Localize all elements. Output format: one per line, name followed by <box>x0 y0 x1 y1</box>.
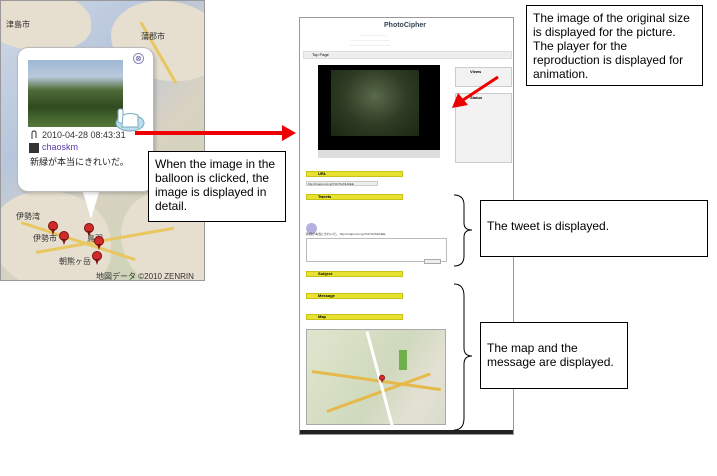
url-value: http://maps.iccn.jp/?id=TwXIHHEE <box>308 182 354 186</box>
map-label: 朝熊ヶ岳 <box>59 257 91 266</box>
page-nav-bar <box>303 51 512 59</box>
tweets-label: Tweets <box>318 194 332 199</box>
page-bar-label: Top Page <box>312 52 329 57</box>
callout-tweet: The tweet is displayed. <box>480 200 708 257</box>
map-pin-icon[interactable] <box>48 221 58 235</box>
brace-icon <box>453 283 473 431</box>
url-label: URL <box>318 171 327 176</box>
close-icon[interactable]: ⊗ <box>133 53 144 64</box>
callout-original-size: The image of the original size is displa… <box>526 5 703 86</box>
park-area <box>399 350 407 370</box>
player-controls[interactable] <box>318 150 440 158</box>
map-label: 津島市 <box>6 20 30 29</box>
tweet-line: 新緑が本当にきれいだ。 http://maps.iccn.jp/?id=TwXI… <box>306 232 386 236</box>
map-label: Map <box>318 314 326 319</box>
user-link[interactable]: chaoskm <box>42 142 78 152</box>
views-label: Views <box>470 69 482 74</box>
post-date: 2010-04-28 08:43:31 <box>42 130 126 140</box>
message-label: Message <box>318 293 335 298</box>
map-pin-icon[interactable] <box>379 374 385 384</box>
map-pin-icon[interactable] <box>92 251 102 265</box>
callout-map-message: The map and the message are displayed. <box>480 322 628 389</box>
clip-icon <box>31 130 37 139</box>
page-footer <box>300 430 513 434</box>
map-pin-icon[interactable] <box>59 231 69 245</box>
tweet-button[interactable] <box>424 259 441 264</box>
info-balloon: ⊗ 2010-04-28 08:43:31 chaoskm 新緑が本当にきれいだ… <box>18 48 153 191</box>
map-label: 伊勢湾 <box>16 212 40 221</box>
map-label: 蒲郡市 <box>141 32 165 41</box>
full-size-photo <box>331 70 419 136</box>
arrow-line <box>135 131 285 135</box>
balloon-photo[interactable] <box>28 60 123 127</box>
user-avatar-icon <box>29 143 39 153</box>
page-intro-line: ········································… <box>348 43 390 47</box>
embedded-map[interactable] <box>306 329 446 429</box>
subject-label: Subject <box>318 271 333 276</box>
page-intro-line: ··························· <box>360 33 387 37</box>
map-label: 地図データ ©2010 ZENRIN <box>96 272 194 281</box>
balloon-tail <box>82 189 100 219</box>
map-pin-icon[interactable] <box>94 236 104 250</box>
tweet-text: 新緑が本当にきれいだ。 <box>30 157 129 167</box>
page-logo: PhotoCipher <box>384 22 426 29</box>
arrow-icon <box>452 75 499 108</box>
map-pin-icon[interactable] <box>84 223 94 237</box>
callout-balloon-click: When the image in the balloon is clicked… <box>148 151 286 222</box>
pointer-hand-icon <box>115 108 145 132</box>
brace-icon <box>453 194 473 267</box>
page-intro-line: ······································· <box>350 38 389 42</box>
arrow-head-icon <box>282 125 296 141</box>
